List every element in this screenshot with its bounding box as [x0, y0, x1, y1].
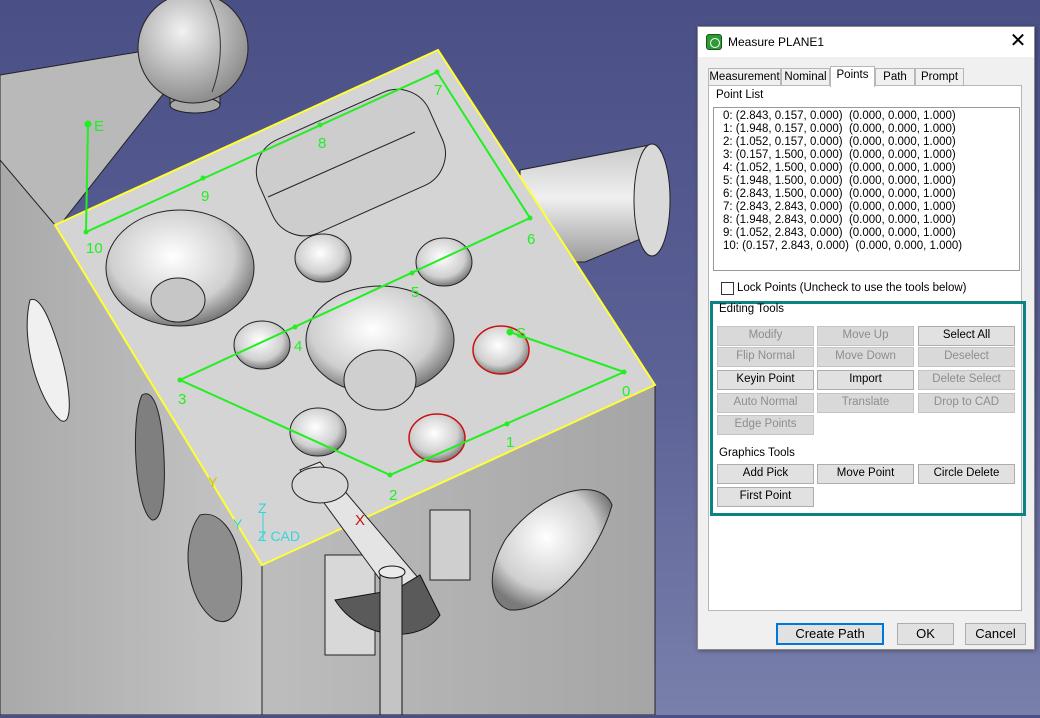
dialog-title: Measure PLANE1: [728, 35, 825, 49]
axis-z-label: Z: [258, 500, 267, 516]
move-down-button[interactable]: Move Down: [817, 347, 914, 367]
move-point-button[interactable]: Move Point: [817, 464, 914, 484]
side-window: [429, 509, 471, 581]
axis-y-marker: Y: [208, 474, 218, 490]
list-item[interactable]: 6: (2.843, 1.500, 0.000) (0.000, 0.000, …: [723, 188, 1019, 201]
tab-measurement[interactable]: Measurement: [708, 68, 781, 86]
title-bar[interactable]: Measure PLANE1 ✕: [698, 27, 1034, 57]
start-label: S: [516, 325, 526, 342]
ok-button[interactable]: OK: [897, 623, 954, 645]
point-label-7: 7: [434, 82, 442, 99]
flip-normal-button[interactable]: Flip Normal: [717, 347, 814, 367]
lock-points-label: Lock Points (Uncheck to use the tools be…: [737, 282, 967, 294]
lock-points-checkbox[interactable]: [721, 282, 734, 295]
editing-tools-label: Editing Tools: [719, 303, 784, 315]
point-label-5: 5: [411, 284, 419, 301]
point-label-4: 4: [294, 338, 302, 355]
tab-path[interactable]: Path: [875, 68, 915, 86]
keyin-point-button[interactable]: Keyin Point: [717, 370, 814, 390]
create-path-button[interactable]: Create Path: [776, 623, 884, 645]
list-item[interactable]: 10: (0.157, 2.843, 0.000) (0.000, 0.000,…: [723, 240, 1019, 253]
graphics-tools-label: Graphics Tools: [719, 447, 795, 459]
add-pick-button[interactable]: Add Pick: [717, 464, 814, 484]
list-item[interactable]: 1: (1.948, 0.157, 0.000) (0.000, 0.000, …: [723, 123, 1019, 136]
list-item[interactable]: 2: (1.052, 0.157, 0.000) (0.000, 0.000, …: [723, 136, 1019, 149]
point-list-label: Point List: [716, 89, 764, 101]
list-item[interactable]: 5: (1.948, 1.500, 0.000) (0.000, 0.000, …: [723, 175, 1019, 188]
edge-points-button[interactable]: Edge Points: [717, 415, 814, 435]
list-item[interactable]: 0: (2.843, 0.157, 0.000) (0.000, 0.000, …: [723, 110, 1019, 123]
point-label-8: 8: [318, 135, 326, 152]
axis-cad-label: Z CAD: [258, 528, 300, 544]
deselect-button[interactable]: Deselect: [918, 347, 1015, 367]
measure-dialog: Measure PLANE1 ✕ Measurement Nominal Poi…: [697, 26, 1035, 650]
point-label-3: 3: [178, 391, 186, 408]
cancel-button[interactable]: Cancel: [965, 623, 1026, 645]
list-item[interactable]: 9: (1.052, 2.843, 0.000) (0.000, 0.000, …: [723, 227, 1019, 240]
point-label-6: 6: [527, 231, 535, 248]
tab-points[interactable]: Points: [830, 66, 875, 87]
list-item[interactable]: 4: (1.052, 1.500, 0.000) (0.000, 0.000, …: [723, 162, 1019, 175]
translate-button[interactable]: Translate: [817, 393, 914, 413]
tab-nominal[interactable]: Nominal: [781, 68, 830, 86]
app-icon: [706, 34, 722, 50]
circle-delete-button[interactable]: Circle Delete: [918, 464, 1015, 484]
close-button[interactable]: ✕: [1002, 27, 1034, 57]
point-list[interactable]: 0: (2.843, 0.157, 0.000) (0.000, 0.000, …: [713, 107, 1020, 271]
move-up-button[interactable]: Move Up: [817, 326, 914, 346]
point-label-10: 10: [86, 240, 103, 257]
first-point-button[interactable]: First Point: [717, 487, 814, 507]
axis-y-label: Y: [233, 516, 243, 532]
list-item[interactable]: 7: (2.843, 2.843, 0.000) (0.000, 0.000, …: [723, 201, 1019, 214]
list-item[interactable]: 3: (0.157, 1.500, 0.000) (0.000, 0.000, …: [723, 149, 1019, 162]
tab-prompt[interactable]: Prompt: [915, 68, 964, 86]
point-label-1: 1: [506, 434, 514, 451]
list-item[interactable]: 8: (1.948, 2.843, 0.000) (0.000, 0.000, …: [723, 214, 1019, 227]
point-label-2: 2: [389, 487, 397, 504]
select-all-button[interactable]: Select All: [918, 326, 1015, 346]
delete-select-button[interactable]: Delete Select: [918, 370, 1015, 390]
modify-button[interactable]: Modify: [717, 326, 814, 346]
end-label: E: [94, 118, 104, 135]
axis-x-label: X: [355, 512, 365, 529]
point-label-9: 9: [201, 188, 209, 205]
point-label-0: 0: [622, 383, 630, 400]
drop-to-cad-button[interactable]: Drop to CAD: [918, 393, 1015, 413]
auto-normal-button[interactable]: Auto Normal: [717, 393, 814, 413]
import-button[interactable]: Import: [817, 370, 914, 390]
